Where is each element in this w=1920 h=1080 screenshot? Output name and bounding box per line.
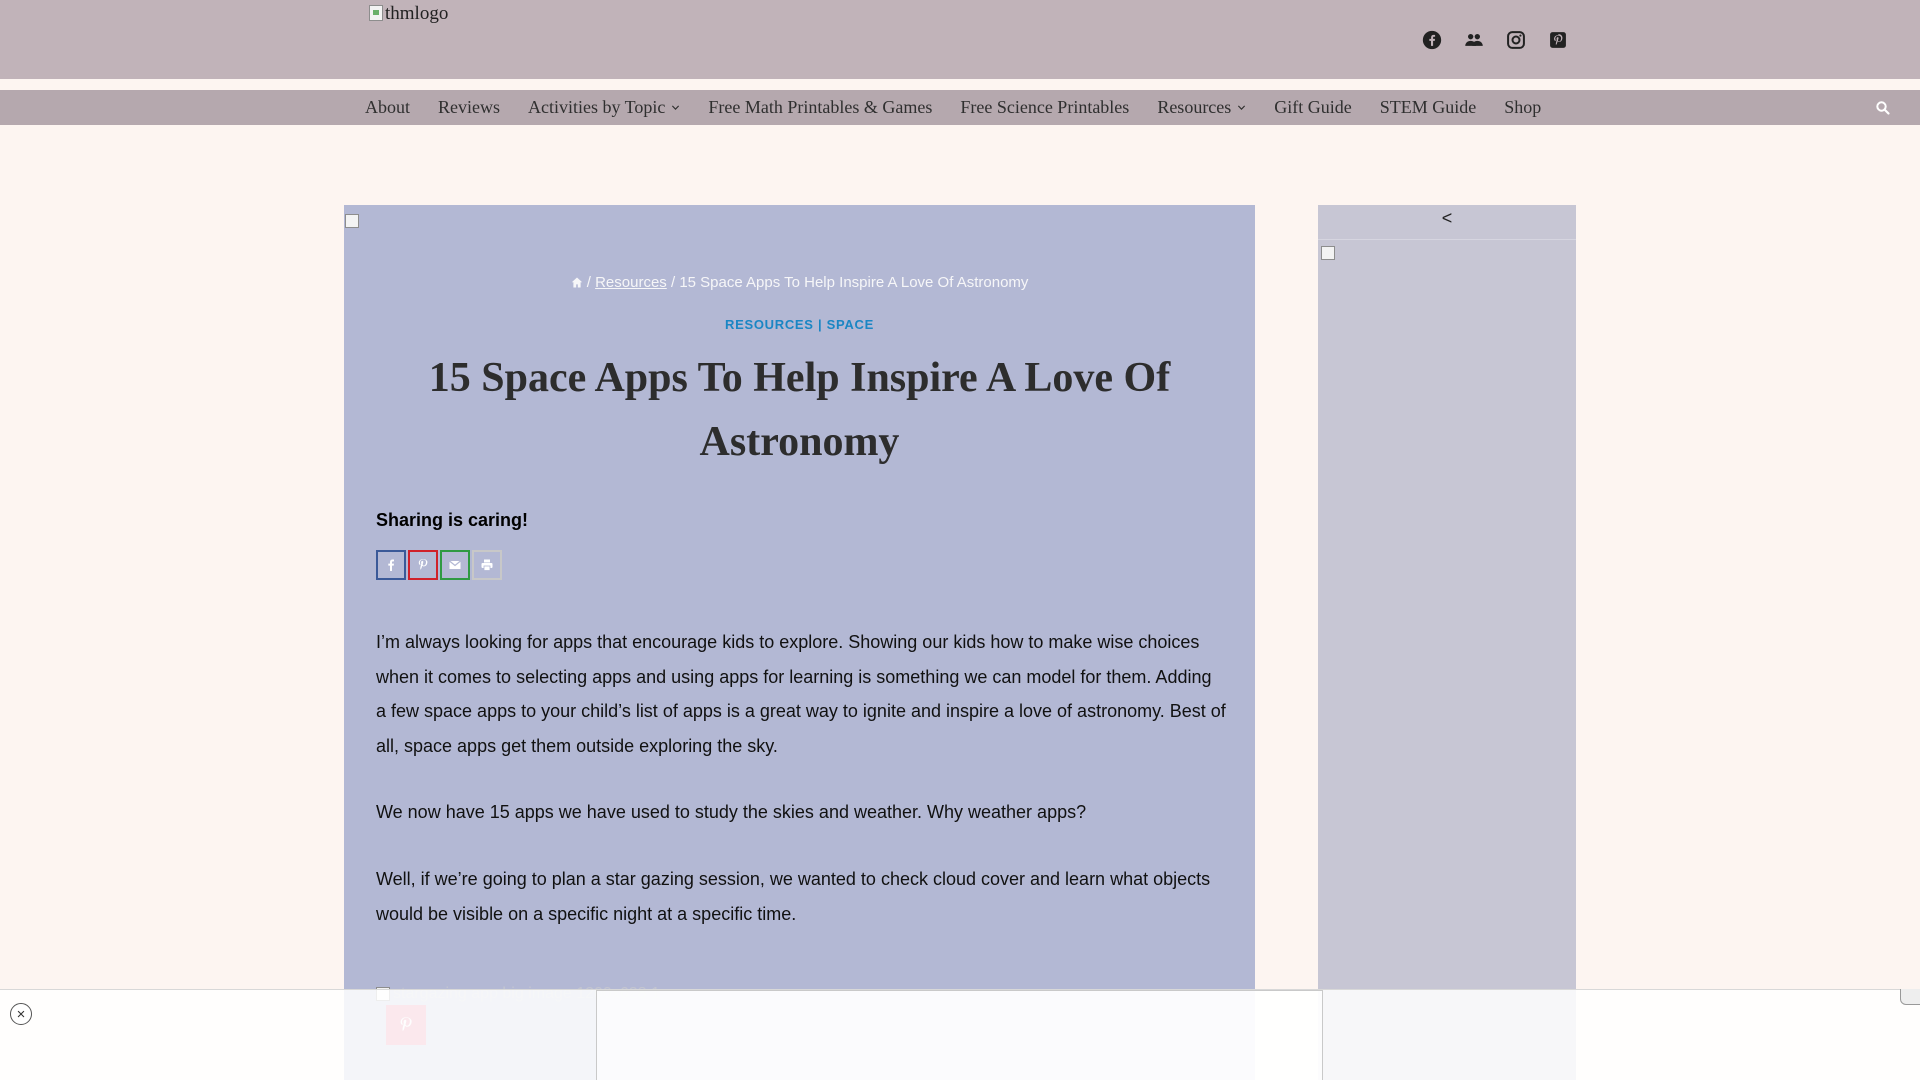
article-paragraph: Well, if we’re going to plan a star gazi… — [376, 869, 1211, 924]
category-link-space[interactable]: SPACE — [827, 317, 874, 332]
group-icon — [1464, 33, 1483, 46]
site-header: thmlogo — [0, 0, 1920, 79]
category-link-resources[interactable]: RESOURCES — [725, 317, 814, 332]
home-icon — [571, 277, 582, 288]
article-paragraph: We now have 15 apps we have used to stud… — [376, 802, 1087, 822]
facebook-icon — [1422, 30, 1441, 49]
close-ad-button[interactable]: × — [10, 1003, 32, 1025]
facebook-link[interactable] — [1421, 29, 1442, 50]
pinterest-link[interactable] — [1547, 29, 1568, 50]
nav-item-label: Gift Guide — [1274, 97, 1352, 117]
group-link[interactable] — [1463, 29, 1484, 50]
print-icon — [481, 559, 493, 571]
ad-collapse-tab[interactable] — [1900, 989, 1920, 1005]
nav-item-label: Resources — [1157, 97, 1232, 117]
nav-item-label: Activities by Topic — [528, 97, 666, 117]
broken-image-icon — [369, 5, 383, 21]
instagram-icon — [1506, 30, 1525, 49]
breadcrumb-resources-link[interactable]: Resources — [595, 274, 667, 291]
nav-item-shop[interactable]: Shop — [1490, 97, 1555, 118]
share-email-button[interactable] — [440, 550, 470, 580]
article-title: 15 Space Apps To Help Inspire A Love Of … — [428, 355, 1171, 465]
sticky-ad-bar: × — [0, 989, 1920, 1080]
social-links — [1421, 29, 1568, 50]
nav-menu: About Reviews Activities by Topic Free M… — [351, 90, 1555, 125]
share-facebook-button[interactable] — [376, 550, 406, 580]
breadcrumb-home[interactable] — [571, 274, 583, 291]
article-content: / Resources / 15 Space Apps To Help Insp… — [344, 205, 1255, 1080]
instagram-link[interactable] — [1505, 29, 1526, 50]
chevron-down-icon — [1238, 105, 1246, 110]
facebook-icon — [388, 559, 394, 571]
nav-item-label: Reviews — [438, 97, 500, 117]
share-pinterest-button[interactable] — [408, 550, 438, 580]
chevron-down-icon — [672, 105, 680, 110]
category-divider: | — [817, 317, 823, 332]
nav-item-label: Shop — [1504, 97, 1542, 117]
nav-item-resources[interactable]: Resources — [1143, 97, 1260, 118]
share-label: Sharing is caring! — [376, 510, 529, 530]
share-buttons — [376, 550, 502, 580]
logo-alt-text: thmlogo — [385, 3, 449, 24]
pinterest-icon — [1549, 31, 1566, 48]
sidebar-toggle-arrow[interactable]: < — [1318, 208, 1576, 229]
sidebar: < — [1318, 205, 1576, 1080]
pinterest-icon — [418, 559, 428, 570]
nav-item-label: Free Math Printables & Games — [708, 97, 933, 117]
breadcrumb-current: 15 Space Apps To Help Inspire A Love Of … — [679, 274, 1029, 291]
breadcrumb-separator: / — [586, 274, 591, 291]
email-icon — [449, 560, 461, 569]
breadcrumb-separator: / — [670, 274, 676, 291]
nav-item-label: STEM Guide — [1379, 97, 1477, 117]
search-icon[interactable] — [1874, 99, 1892, 117]
nav-item-reviews[interactable]: Reviews — [424, 97, 514, 118]
nav-item-stem-guide[interactable]: STEM Guide — [1366, 97, 1491, 118]
nav-item-free-math-printables[interactable]: Free Math Printables & Games — [694, 97, 946, 118]
broken-image-icon — [1321, 246, 1335, 260]
broken-image-icon — [345, 214, 359, 228]
site-logo[interactable]: thmlogo — [369, 3, 448, 25]
article-categories: RESOURCES | SPACE — [344, 317, 1255, 332]
nav-item-label: Free Science Printables — [960, 97, 1130, 117]
nav-item-free-science-printables[interactable]: Free Science Printables — [946, 97, 1143, 118]
nav-item-activities-by-topic[interactable]: Activities by Topic — [514, 97, 694, 118]
share-print-button[interactable] — [472, 550, 502, 580]
nav-item-label: About — [365, 97, 410, 117]
ad-slot — [596, 989, 1920, 1080]
nav-item-about[interactable]: About — [351, 97, 424, 118]
breadcrumb: / Resources / 15 Space Apps To Help Insp… — [344, 274, 1255, 291]
sidebar-divider — [1318, 239, 1576, 240]
nav-item-gift-guide[interactable]: Gift Guide — [1260, 97, 1365, 118]
article-paragraph: I’m always looking for apps that encoura… — [376, 632, 1226, 756]
main-nav: About Reviews Activities by Topic Free M… — [0, 90, 1920, 125]
